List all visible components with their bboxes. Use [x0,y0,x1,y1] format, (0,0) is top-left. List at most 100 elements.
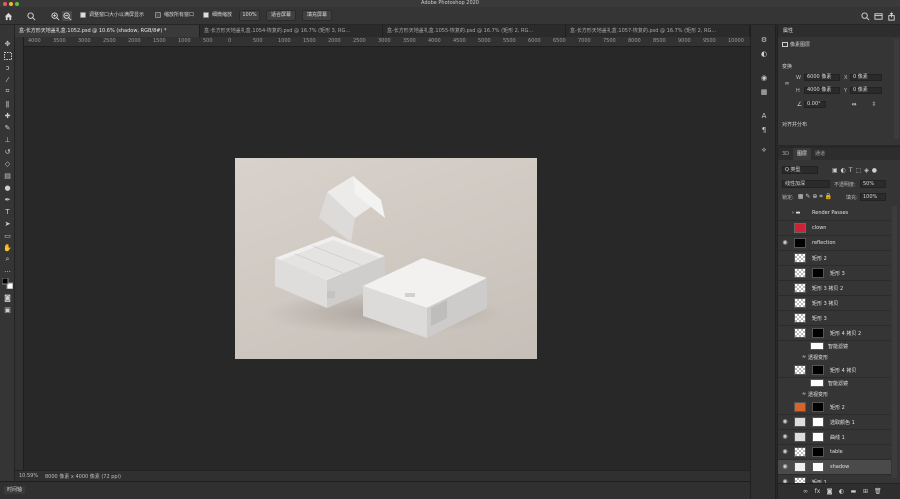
layer-mask-thumbnail[interactable] [812,432,824,442]
timeline-tab[interactable]: 时间轴 [4,486,26,494]
layer-row[interactable]: clown [778,221,891,236]
layer-row[interactable]: ≈ 透视变形 [778,352,891,363]
visibility-eye-icon[interactable] [781,354,789,360]
layer-row[interactable]: 矩形 3 [778,311,891,326]
flip-horizontal-icon[interactable]: ⇹ [850,101,858,108]
add-mask-icon[interactable]: ◙ [826,488,833,495]
visibility-eye-icon[interactable] [781,315,789,321]
layer-mask-thumbnail[interactable] [812,417,824,427]
home-icon[interactable] [3,11,13,21]
link-icon[interactable]: ∞ [784,79,790,87]
paragraph-panel-icon[interactable]: ¶ [759,125,769,135]
y-field[interactable]: 0 像素 [850,87,882,94]
layer-row[interactable]: 智能滤镜 [778,378,891,389]
visibility-eye-icon[interactable] [781,300,789,306]
zoom-all-windows-checkbox[interactable] [155,12,161,18]
layer-mask-thumbnail[interactable] [812,402,824,412]
layer-row[interactable]: ◉ shadow [778,460,891,475]
hand-tool-icon[interactable]: ✋ [2,242,13,253]
fit-screen-button[interactable]: 适合屏幕 [266,10,296,21]
folder-icon[interactable]: › ▬ [792,210,800,216]
screen-mode-icon[interactable]: ▣ [2,304,13,315]
history-panel-icon[interactable]: ⚙ [759,35,769,45]
layers-scrollbar[interactable] [892,206,897,478]
visibility-eye-icon[interactable]: ◉ [781,464,789,470]
tab-layers[interactable]: 图层 [793,148,812,160]
workspace-icon[interactable] [873,11,883,21]
layer-filter-icons[interactable]: ▣◐T⬚◈● [826,166,886,174]
type-tool-icon[interactable]: T [2,206,13,217]
path-select-tool-icon[interactable]: ➤ [2,218,13,229]
link-layers-icon[interactable]: ∞ [802,488,809,495]
history-brush-tool-icon[interactable]: ↺ [2,146,13,157]
layer-row[interactable]: 智能滤镜 [778,341,891,352]
visibility-eye-icon[interactable] [781,285,789,291]
visibility-eye-icon[interactable] [781,330,789,336]
layer-row[interactable]: ≈ 透视变形 [778,389,891,400]
layer-mask-thumbnail[interactable] [812,462,824,472]
visibility-eye-icon[interactable] [781,270,789,276]
layer-row[interactable]: 矩形 3 拷贝 [778,296,891,311]
zoom-tool-icon[interactable] [26,11,36,21]
zoom-tool-side-icon[interactable]: ⌕ [2,254,13,265]
new-layer-icon[interactable]: ⊞ [862,488,869,495]
lasso-tool-icon[interactable]: ↄ [2,62,13,73]
visibility-eye-icon[interactable]: ◉ [781,434,789,440]
transform-section[interactable]: 变换 [782,63,792,70]
layer-mask-thumbnail[interactable] [812,268,824,278]
new-group-icon[interactable]: ▬ [850,488,857,495]
adjustments-panel-icon[interactable]: ◐ [759,49,769,59]
fill-field[interactable]: 100% [860,193,886,201]
opacity-field[interactable]: 50% [860,180,886,188]
tab-document-4[interactable]: 盒-长方形天地盖礼盒.1057-恢复的.psd @ 16.7% (矩形 2, R… [566,25,750,37]
visibility-eye-icon[interactable] [781,210,789,216]
tab-document-1[interactable]: 盒-长方形天地盖礼盒.1052.psd @ 10.6% (shadow, RGB… [15,25,200,37]
marquee-tool-icon[interactable] [2,50,13,61]
zoom-in-icon[interactable] [50,11,60,21]
zoom-100-button[interactable]: 100% [239,10,260,21]
visibility-eye-icon[interactable] [781,404,789,410]
eraser-tool-icon[interactable]: ◇ [2,158,13,169]
layer-row[interactable]: 矩形 4 拷贝 2 [778,326,891,341]
layer-row[interactable]: 矩形 3 [778,266,891,281]
character-panel-icon[interactable]: A [759,111,769,121]
visibility-eye-icon[interactable] [781,367,789,373]
pen-tool-icon[interactable]: ✒ [2,194,13,205]
layer-style-icon[interactable]: fx [814,488,821,495]
align-section[interactable]: 对齐并分布 [782,121,807,128]
properties-scrollbar[interactable] [894,39,899,139]
more-tools-icon[interactable]: ··· [2,266,13,277]
layer-row[interactable]: ◉ reflection [778,236,891,251]
delete-layer-icon[interactable]: 🗑 [874,488,882,495]
clone-stamp-tool-icon[interactable]: ⊥ [2,134,13,145]
angle-field[interactable]: 0.00° [804,101,826,108]
visibility-eye-icon[interactable] [781,391,789,397]
healing-brush-tool-icon[interactable]: ✚ [2,110,13,121]
visibility-eye-icon[interactable]: ◉ [781,240,789,246]
share-icon[interactable] [886,11,896,21]
quick-select-tool-icon[interactable]: ⁄ [2,74,13,85]
dodge-tool-icon[interactable]: ● [2,182,13,193]
color-panel-icon[interactable]: ◉ [759,73,769,83]
fill-screen-button[interactable]: 填充屏幕 [302,10,332,21]
layer-filter-select[interactable]: Q 类型 [782,166,818,174]
layer-mask-thumbnail[interactable] [812,328,824,338]
color-swatches-icon[interactable] [2,278,13,289]
crop-tool-icon[interactable]: ⌗ [2,86,13,97]
zoom-out-icon[interactable] [62,11,72,21]
tab-channels[interactable]: 通道 [811,148,829,160]
adjustment-layer-icon[interactable]: ◐ [838,488,845,495]
visibility-eye-icon[interactable]: ◉ [781,449,789,455]
tab-document-2[interactable]: 盒-长方形天地盖礼盒.1054-恢复的.psd @ 16.7% (矩形 3, R… [200,25,383,37]
blend-mode-select[interactable]: 线性加深 [782,180,830,188]
eyedropper-tool-icon[interactable]: ǁ [2,98,13,109]
quick-mask-icon[interactable]: ◙ [2,292,13,303]
layer-row[interactable]: 矩形 2 [778,251,891,266]
layer-row[interactable]: ◉ table [778,445,891,460]
visibility-eye-icon[interactable] [781,380,789,386]
visibility-eye-icon[interactable] [781,343,789,349]
layer-mask-thumbnail[interactable] [812,365,824,375]
scrubby-zoom-checkbox[interactable] [203,12,209,18]
document-image[interactable] [235,158,537,359]
swatches-panel-icon[interactable]: ▦ [759,87,769,97]
